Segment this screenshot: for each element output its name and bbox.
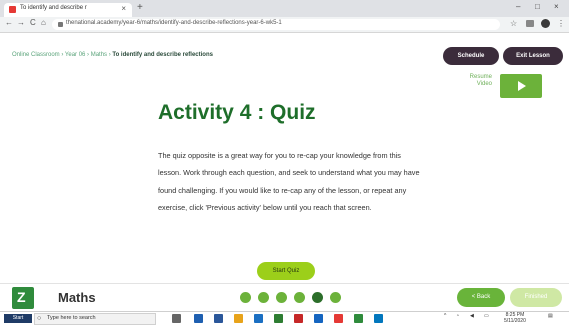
exit-lesson-button[interactable]: Exit Lesson (503, 47, 563, 65)
page-title: Activity 4 : Quiz (158, 101, 316, 124)
forward-arrow-icon[interactable]: → (17, 18, 25, 27)
volume-icon[interactable]: ◀ (470, 313, 474, 319)
start-quiz-button[interactable]: Start Quiz (257, 262, 315, 280)
activity-description: The quiz opposite is a great way for you… (158, 151, 420, 212)
tray-chevron-icon[interactable]: ^ (444, 313, 446, 319)
app-icon[interactable] (314, 314, 323, 323)
profile-avatar-icon[interactable] (541, 19, 550, 28)
resume-video-button[interactable] (500, 74, 542, 98)
window-close-icon[interactable]: × (554, 2, 559, 11)
subject-logo-glyph: Z (17, 289, 26, 305)
battery-icon[interactable]: ▭ (484, 313, 489, 319)
progress-dot-5[interactable] (312, 292, 323, 303)
notification-icon[interactable]: ▤ (548, 313, 553, 319)
favicon-icon (9, 6, 16, 13)
breadcrumb-trail[interactable]: Online Classroom › Year 06 › Maths › (12, 52, 112, 58)
minimize-icon[interactable]: – (516, 2, 520, 11)
tab-title: To identify and describe r (20, 5, 87, 11)
task-view-icon[interactable] (172, 314, 181, 323)
reload-icon[interactable]: C (30, 18, 36, 27)
taskbar-clock[interactable]: 8:25 PM 5/11/2020 (504, 312, 526, 324)
browser-tab[interactable]: To identify and describe r × (4, 3, 132, 17)
resume-label-line1: Resume (469, 74, 492, 80)
file-explorer-icon[interactable] (234, 314, 243, 323)
app-icon[interactable] (354, 314, 363, 323)
browser-menu-icon[interactable]: ⋮ (557, 19, 565, 28)
taskbar-search-placeholder: Type here to search (47, 315, 96, 321)
maximize-icon[interactable]: □ (535, 2, 540, 11)
lesson-footer: Z Maths < Back Finished (0, 283, 569, 312)
network-icon[interactable]: ◔ (456, 313, 459, 319)
progress-dot-4[interactable] (294, 292, 305, 303)
edge-icon[interactable] (194, 314, 203, 323)
progress-dot-6[interactable] (330, 292, 341, 303)
finished-button[interactable]: Finished (510, 288, 562, 307)
app-icon[interactable] (294, 314, 303, 323)
back-button[interactable]: < Back (457, 288, 505, 307)
home-icon[interactable]: ⌂ (41, 18, 46, 27)
schedule-button[interactable]: Schedule (443, 47, 499, 65)
breadcrumb: Online Classroom › Year 06 › Maths › To … (12, 52, 213, 58)
new-tab-button[interactable]: + (137, 2, 143, 13)
star-icon[interactable]: ☆ (510, 19, 517, 28)
chrome-icon[interactable] (334, 314, 343, 323)
breadcrumb-current: To identify and describe reflections (112, 52, 213, 58)
taskbar-search[interactable]: ○ Type here to search (34, 313, 156, 325)
address-bar: ← → C ⌂ thenational.academy/year-6/maths… (0, 17, 569, 33)
clock-date: 5/11/2020 (504, 317, 526, 324)
start-button[interactable]: Start (4, 314, 32, 323)
extension-icon[interactable] (526, 20, 534, 27)
resume-label-line2: Video (476, 81, 492, 87)
resume-video-label: Resume Video (462, 74, 492, 88)
url-field[interactable]: thenational.academy/year-6/maths/identif… (52, 19, 500, 30)
subject-name: Maths (58, 290, 96, 305)
browser-tab-bar: To identify and describe r × + – □ × (0, 0, 569, 17)
progress-dot-2[interactable] (258, 292, 269, 303)
url-text: thenational.academy/year-6/maths/identif… (66, 20, 282, 26)
os-taskbar: Start ○ Type here to search ^ ◔ ◀ ▭ 8:25… (0, 311, 569, 325)
progress-dot-1[interactable] (240, 292, 251, 303)
mail-icon[interactable] (254, 314, 263, 323)
back-arrow-icon[interactable]: ← (5, 18, 13, 27)
progress-dot-3[interactable] (276, 292, 287, 303)
app-icon[interactable] (274, 314, 283, 323)
subject-logo-icon: Z (12, 287, 34, 309)
tab-close-icon[interactable]: × (121, 4, 126, 13)
store-icon[interactable] (214, 314, 223, 323)
lock-icon (58, 22, 63, 27)
play-icon (518, 81, 526, 91)
app-icon[interactable] (374, 314, 383, 323)
search-icon: ○ (37, 315, 42, 322)
